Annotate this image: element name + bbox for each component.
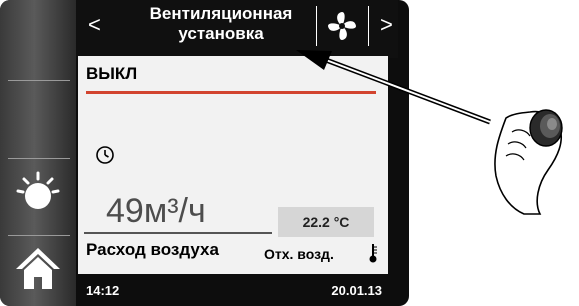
hand-rotary-knob-illustration — [478, 98, 578, 223]
fan-mode-button[interactable] — [316, 6, 368, 46]
value-underline — [84, 232, 272, 234]
thermometer-icon — [368, 242, 378, 269]
boost-icon — [16, 171, 60, 209]
page-title-line-1: Вентиляционная — [149, 4, 293, 23]
clock-date: 20.01.13 — [331, 283, 382, 298]
header-divider — [368, 6, 369, 46]
sidebar-divider — [8, 158, 70, 159]
exhaust-temp-value: 22.2 °C — [278, 207, 374, 237]
clock-icon — [96, 146, 114, 164]
status-divider — [86, 91, 376, 94]
page-title-line-2: установка — [178, 24, 264, 43]
sidebar-divider — [8, 235, 70, 236]
page-title: Вентиляционная установка — [110, 4, 332, 44]
status-bar: 14:12 20.01.13 — [76, 274, 396, 306]
clock-time: 14:12 — [86, 283, 120, 298]
sidebar — [0, 0, 76, 306]
fan-icon — [328, 12, 356, 40]
sidebar-divider — [8, 80, 70, 81]
home-icon — [16, 248, 60, 289]
header: < Вентиляционная установка > — [76, 0, 398, 58]
status-text: ВЫКЛ — [86, 64, 138, 83]
airflow-label: Расход воздуха — [86, 240, 219, 259]
prev-screen-button[interactable]: < — [88, 12, 101, 38]
next-screen-button[interactable]: > — [380, 12, 393, 38]
airflow-value[interactable]: 49м³/ч — [106, 192, 206, 231]
home-button[interactable] — [12, 242, 64, 294]
boost-button[interactable] — [12, 165, 64, 217]
controller-device: < Вентиляционная установка > ВЫКЛ 49м³/ч… — [0, 0, 409, 306]
exhaust-air-label: Отх. возд. — [264, 246, 334, 262]
main-panel: ВЫКЛ 49м³/ч Расход воздуха 22.2 °C Отх. … — [78, 56, 388, 274]
schedule-button[interactable] — [95, 145, 115, 170]
